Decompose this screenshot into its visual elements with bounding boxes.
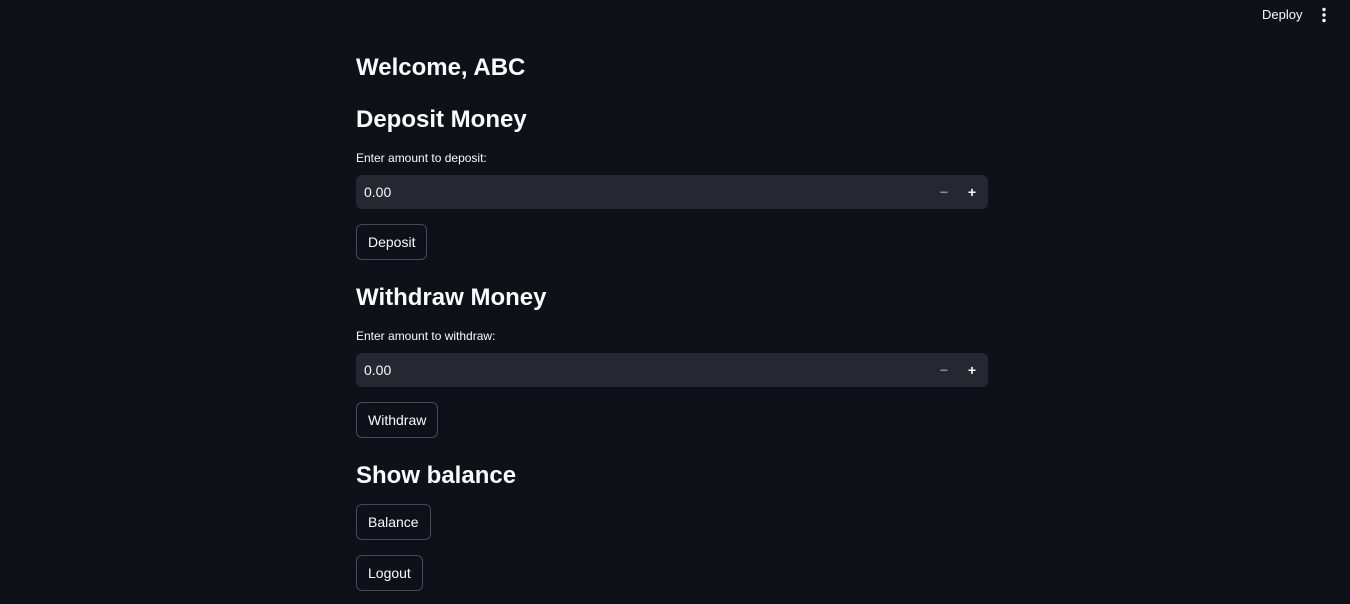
main-menu-button[interactable] <box>1314 5 1334 25</box>
deposit-amount-input[interactable] <box>356 175 930 209</box>
balance-button[interactable]: Balance <box>356 504 431 540</box>
deposit-increment-button[interactable]: + <box>958 175 986 209</box>
withdraw-button[interactable]: Withdraw <box>356 402 439 438</box>
deploy-button[interactable]: Deploy <box>1254 6 1310 24</box>
withdraw-amount-input[interactable] <box>356 353 930 387</box>
deposit-amount-stepper: − + <box>356 175 988 209</box>
logout-button[interactable]: Logout <box>356 555 423 591</box>
top-bar: Deploy <box>0 0 1350 30</box>
withdraw-amount-label: Enter amount to withdraw: <box>356 329 496 343</box>
deposit-amount-label: Enter amount to deposit: <box>356 151 487 165</box>
deposit-decrement-button[interactable]: − <box>930 175 958 209</box>
deposit-button[interactable]: Deposit <box>356 224 428 260</box>
withdraw-increment-button[interactable]: + <box>958 353 986 387</box>
vertical-ellipsis-icon <box>1322 7 1326 23</box>
page-title: Welcome, ABC <box>356 54 526 81</box>
withdraw-heading: Withdraw Money <box>356 284 547 311</box>
deposit-heading: Deposit Money <box>356 106 527 133</box>
withdraw-decrement-button[interactable]: − <box>930 353 958 387</box>
withdraw-amount-stepper: − + <box>356 353 988 387</box>
balance-heading: Show balance <box>356 462 517 489</box>
